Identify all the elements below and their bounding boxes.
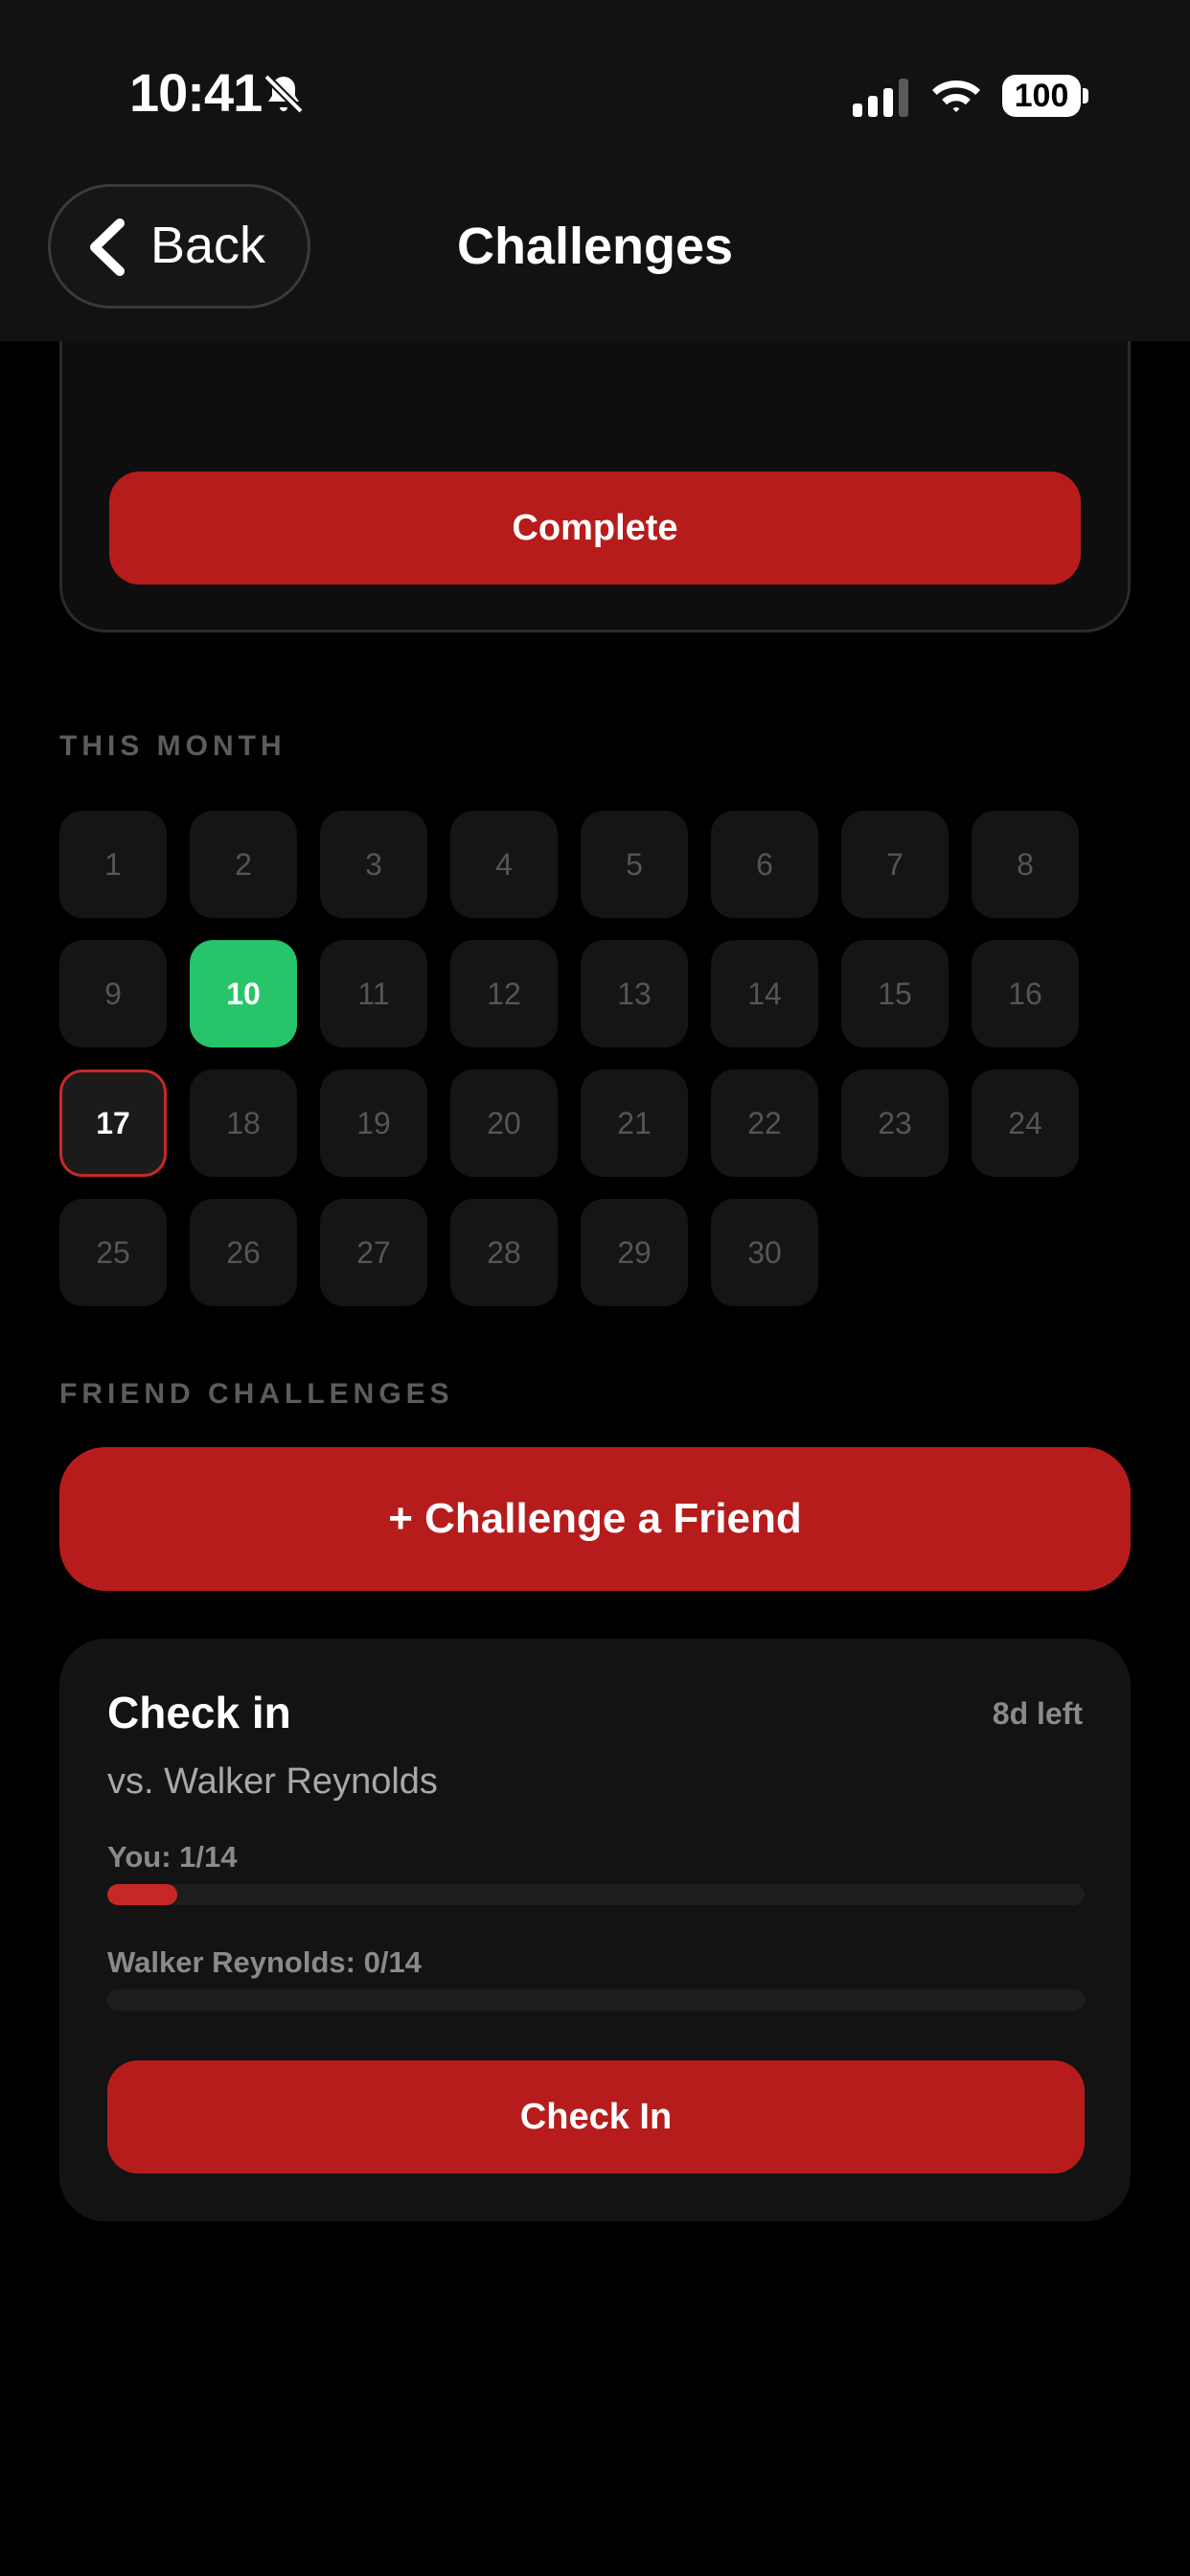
- calendar-day-1[interactable]: 1: [59, 811, 167, 918]
- calendar-day-14[interactable]: 14: [711, 940, 818, 1047]
- opponent-label: vs. Walker Reynolds: [107, 1761, 438, 1802]
- time-left-badge: 8d left: [992, 1696, 1083, 1731]
- calendar-day-10[interactable]: 10: [190, 940, 297, 1047]
- wifi-icon: [932, 80, 980, 112]
- cellular-signal-icon: [853, 79, 908, 117]
- calendar-day-18[interactable]: 18: [190, 1070, 297, 1177]
- complete-button[interactable]: Complete: [109, 472, 1081, 585]
- calendar-day-9[interactable]: 9: [59, 940, 167, 1047]
- calendar-day-8[interactable]: 8: [972, 811, 1079, 918]
- section-label-friend-challenges: FRIEND CHALLENGES: [59, 1378, 454, 1410]
- calendar-day-13[interactable]: 13: [581, 940, 688, 1047]
- top-bar: 10:41 100 Back Challenges: [0, 0, 1190, 341]
- battery-nub: [1083, 88, 1088, 104]
- your-progress-bar: [107, 1884, 1085, 1905]
- calendar-day-24[interactable]: 24: [972, 1070, 1079, 1177]
- calendar-day-19[interactable]: 19: [320, 1070, 427, 1177]
- friend-challenge-card: Check in 8d left vs. Walker Reynolds You…: [59, 1639, 1131, 2221]
- calendar-day-2[interactable]: 2: [190, 811, 297, 918]
- calendar-day-23[interactable]: 23: [841, 1070, 949, 1177]
- calendar-day-25[interactable]: 25: [59, 1199, 167, 1306]
- status-time: 10:41: [129, 62, 263, 123]
- calendar-day-30[interactable]: 30: [711, 1199, 818, 1306]
- challenge-title: Check in: [107, 1688, 291, 1737]
- challenge-friend-button[interactable]: + Challenge a Friend: [59, 1447, 1131, 1591]
- calendar-day-26[interactable]: 26: [190, 1199, 297, 1306]
- calendar-day-5[interactable]: 5: [581, 811, 688, 918]
- calendar-day-7[interactable]: 7: [841, 811, 949, 918]
- calendar-day-22[interactable]: 22: [711, 1070, 818, 1177]
- check-in-button[interactable]: Check In: [107, 2060, 1085, 2174]
- calendar-day-4[interactable]: 4: [450, 811, 558, 918]
- bell-slash-icon: [263, 74, 304, 114]
- your-progress-label: You: 1/14: [107, 1840, 238, 1874]
- page-title: Challenges: [456, 218, 734, 275]
- calendar-day-3[interactable]: 3: [320, 811, 427, 918]
- opponent-progress-bar: [107, 1990, 1085, 2011]
- calendar-day-17[interactable]: 17: [59, 1070, 167, 1177]
- section-label-this-month: THIS MONTH: [59, 730, 286, 762]
- calendar-day-15[interactable]: 15: [841, 940, 949, 1047]
- calendar-day-6[interactable]: 6: [711, 811, 818, 918]
- calendar-day-11[interactable]: 11: [320, 940, 427, 1047]
- calendar-day-21[interactable]: 21: [581, 1070, 688, 1177]
- opponent-progress-label: Walker Reynolds: 0/14: [107, 1945, 422, 1979]
- calendar-day-16[interactable]: 16: [972, 940, 1079, 1047]
- your-progress-fill: [107, 1884, 177, 1905]
- calendar-day-28[interactable]: 28: [450, 1199, 558, 1306]
- calendar-day-29[interactable]: 29: [581, 1199, 688, 1306]
- calendar-day-20[interactable]: 20: [450, 1070, 558, 1177]
- calendar-day-27[interactable]: 27: [320, 1199, 427, 1306]
- battery-icon: 100: [1002, 75, 1081, 117]
- calendar-day-12[interactable]: 12: [450, 940, 558, 1047]
